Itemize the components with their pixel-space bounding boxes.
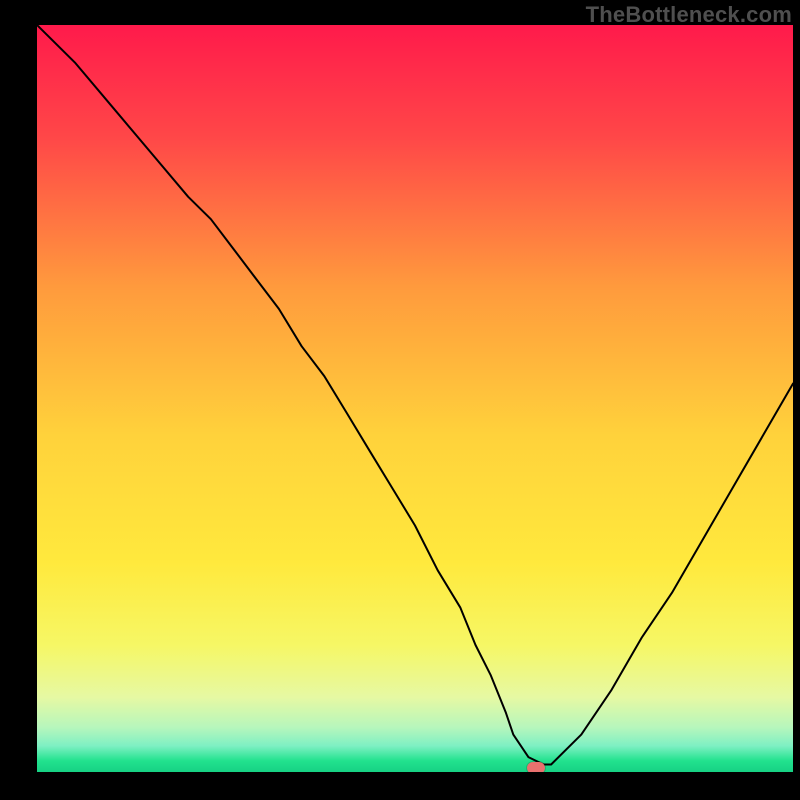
- watermark-text: TheBottleneck.com: [586, 2, 792, 28]
- bottleneck-curve: [37, 25, 793, 772]
- optimum-marker: [527, 762, 545, 772]
- plot-area: [37, 25, 793, 772]
- chart-stage: TheBottleneck.com: [0, 0, 800, 800]
